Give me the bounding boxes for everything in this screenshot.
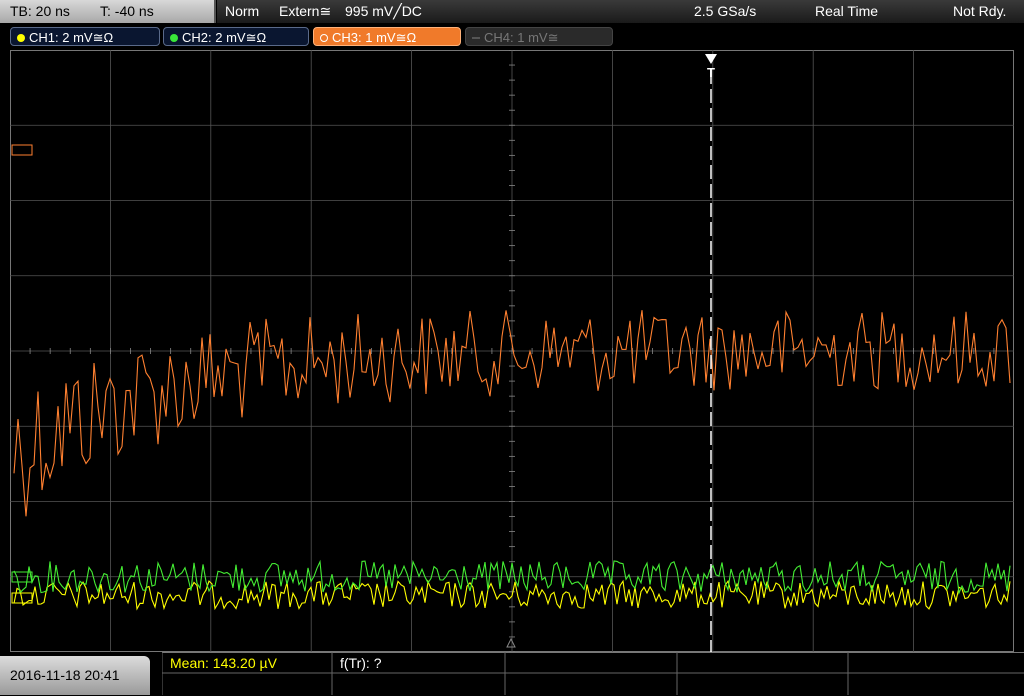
channel-1-tab[interactable]: CH1: 2 mV≅Ω	[10, 27, 160, 46]
channel-tabs: CH1: 2 mV≅Ω CH2: 2 mV≅Ω CH3: 1 mV≅Ω CH4:…	[0, 25, 1024, 49]
timebase-box[interactable]: TB: 20 ns T: -40 ns	[0, 0, 216, 23]
sample-rate: 2.5 GSa/s	[694, 3, 757, 19]
trigger-marker-icon	[705, 54, 717, 64]
channel-2-indicator-icon	[170, 33, 178, 42]
channel-2-tab[interactable]: CH2: 2 mV≅Ω	[163, 27, 309, 46]
timebase-scale: TB: 20 ns	[10, 3, 70, 19]
graticule	[10, 50, 1014, 652]
acquisition-mode: Real Time	[815, 3, 879, 19]
channel-4-tab[interactable]: CH4: 1 mV≅	[465, 27, 613, 46]
datetime-box: 2016-11-18 20:41	[0, 656, 150, 695]
trigger-mode: Norm	[225, 3, 260, 19]
channel-3-ground-marker	[11, 144, 33, 156]
traces	[11, 144, 1011, 611]
trigger-acquisition-strip[interactable]: Norm Extern≅ 995 mV╱DC 2.5 GSa/s Real Ti…	[217, 0, 1024, 23]
trigger-marker-label: T	[707, 65, 715, 80]
trigger-offset: T: -40 ns	[100, 3, 154, 19]
channel-4-indicator-icon	[472, 36, 480, 39]
mean-measurement[interactable]: Mean: 143.20 µV	[170, 654, 277, 672]
acquisition-state: Not Rdy.	[953, 3, 1007, 19]
trigger-level: 995 mV╱DC	[345, 3, 422, 19]
trigger-source: Extern≅	[279, 3, 332, 19]
waveform-plot: T	[10, 50, 1014, 652]
top-status-bar: TB: 20 ns T: -40 ns Norm Extern≅ 995 mV╱…	[0, 0, 1024, 24]
trigger-frequency-measurement[interactable]: f(Tr): ?	[340, 654, 381, 672]
channel-1-indicator-icon	[17, 33, 25, 42]
measurement-grid	[162, 652, 1024, 695]
center-marker-icon	[506, 637, 516, 648]
channel-3-tab[interactable]: CH3: 1 mV≅Ω	[313, 27, 461, 46]
channel-3-indicator-icon	[320, 33, 328, 42]
